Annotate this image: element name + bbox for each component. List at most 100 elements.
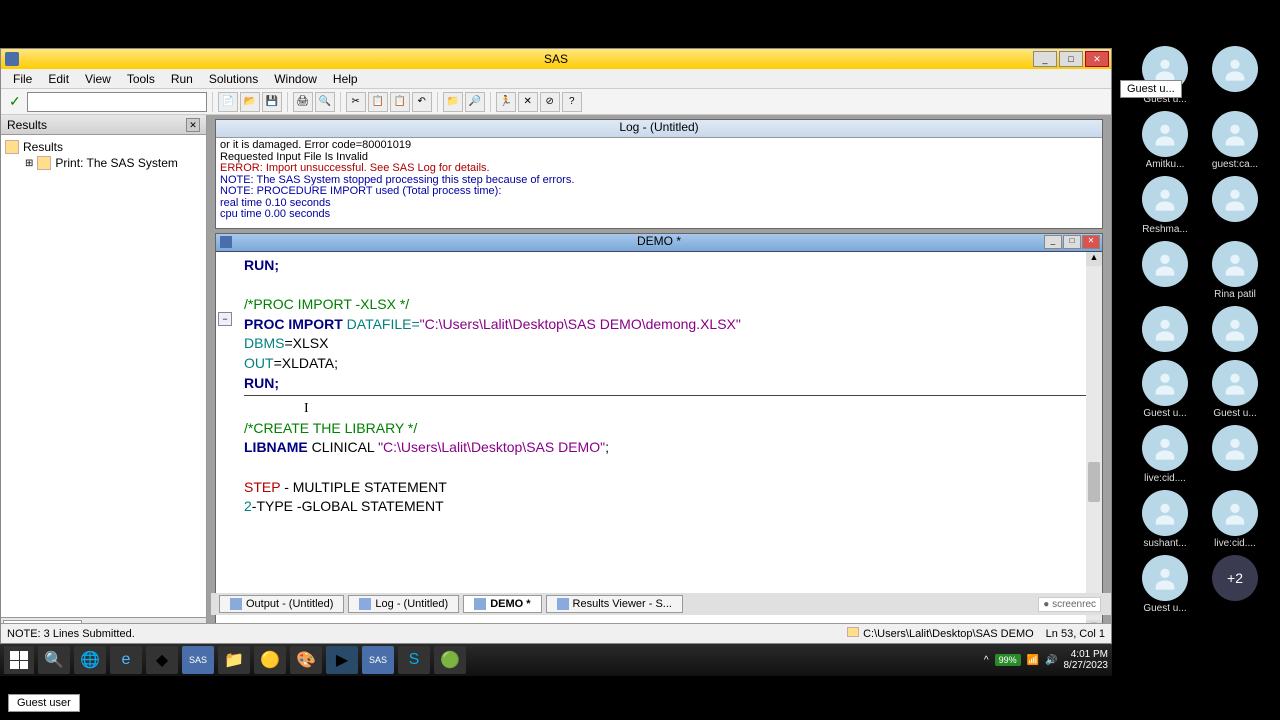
stop-icon[interactable]: ⊘ [540, 92, 560, 112]
menu-tools[interactable]: Tools [119, 70, 163, 88]
start-button[interactable] [4, 646, 34, 674]
text-cursor: I [304, 401, 309, 416]
log-icon [359, 598, 371, 610]
editor-icon [474, 598, 486, 610]
avatar[interactable] [1212, 490, 1258, 536]
menu-view[interactable]: View [77, 70, 119, 88]
menu-help[interactable]: Help [325, 70, 366, 88]
run-icon[interactable]: 🏃 [496, 92, 516, 112]
menu-run[interactable]: Run [163, 70, 201, 88]
cut-icon[interactable]: ✂ [346, 92, 366, 112]
avatar[interactable] [1212, 425, 1258, 471]
tray-up-icon[interactable]: ^ [984, 655, 989, 666]
statusbar: NOTE: 3 Lines Submitted. C:\Users\Lalit\… [1, 623, 1111, 643]
explorer-icon[interactable]: 📁 [218, 646, 250, 674]
paint-icon[interactable]: 🎨 [290, 646, 322, 674]
clear-icon[interactable]: ✕ [518, 92, 538, 112]
copy-icon[interactable]: 📋 [368, 92, 388, 112]
results-tree[interactable]: Results ⊞Print: The SAS System [1, 135, 206, 617]
edge-icon[interactable]: 🌐 [74, 646, 106, 674]
battery-icon[interactable]: 99% [995, 654, 1021, 666]
help-icon[interactable]: ? [562, 92, 582, 112]
app-titlebar: SAS _ □ ✕ [1, 49, 1111, 69]
clock[interactable]: 4:01 PM 8/27/2023 [1064, 649, 1109, 671]
volume-icon[interactable]: 🔊 [1045, 655, 1057, 666]
chrome2-icon[interactable]: 🟢 [434, 646, 466, 674]
sas-app-icon [5, 52, 19, 66]
editor-title: DEMO * [637, 234, 681, 248]
menubar: File Edit View Tools Run Solutions Windo… [1, 69, 1111, 89]
more-participants[interactable]: +2 [1212, 555, 1258, 601]
tab-output[interactable]: Output - (Untitled) [219, 595, 344, 613]
tab-results-viewer[interactable]: Results Viewer - S... [546, 595, 683, 613]
avatar[interactable] [1142, 490, 1188, 536]
results-close-icon[interactable]: ✕ [186, 118, 200, 132]
folder-icon [37, 156, 51, 170]
menu-window[interactable]: Window [266, 70, 325, 88]
log-body[interactable]: or it is damaged. Error code=80001019 Re… [216, 138, 1102, 226]
app-title: SAS [544, 52, 568, 66]
avatar[interactable] [1212, 176, 1258, 222]
avatar[interactable] [1212, 241, 1258, 287]
editor-window: DEMO * _ □ ✕ − RUN; /*PROC IMPORT -XLSX … [215, 233, 1103, 635]
results-icon [557, 598, 569, 610]
toolbar: ✓ 📄 📂 💾 🖨 🔍 ✂ 📋 📋 ↶ 📁 🔎 🏃 ✕ ⊘ ? [1, 89, 1111, 115]
scroll-up-icon[interactable]: ▲ [1086, 252, 1102, 266]
check-icon[interactable]: ✓ [5, 93, 25, 110]
avatar[interactable] [1142, 425, 1188, 471]
preview-icon[interactable]: 🔍 [315, 92, 335, 112]
folder-icon [5, 140, 19, 154]
explorer-icon[interactable]: 📁 [443, 92, 463, 112]
new-icon[interactable]: 📄 [218, 92, 238, 112]
close-button[interactable]: ✕ [1085, 51, 1109, 67]
editor-icon [220, 236, 232, 248]
editor-maximize-icon[interactable]: □ [1063, 235, 1081, 249]
tab-log[interactable]: Log - (Untitled) [348, 595, 459, 613]
avatar[interactable] [1142, 555, 1188, 601]
avatar[interactable] [1212, 306, 1258, 352]
avatar[interactable] [1142, 360, 1188, 406]
ie-icon[interactable]: e [110, 646, 142, 674]
app-icon[interactable]: ▶ [326, 646, 358, 674]
menu-solutions[interactable]: Solutions [201, 70, 266, 88]
menu-edit[interactable]: Edit [40, 70, 77, 88]
results-panel: Results ✕ Results ⊞Print: The SAS System… [1, 115, 207, 639]
search-icon[interactable]: 🔍 [38, 646, 70, 674]
maximize-button[interactable]: □ [1059, 51, 1083, 67]
chrome-icon[interactable]: 🟡 [254, 646, 286, 674]
tab-demo[interactable]: DEMO * [463, 595, 541, 613]
inkscape-icon[interactable]: ◆ [146, 646, 178, 674]
results-title: Results [7, 118, 47, 132]
code-editor[interactable]: − RUN; /*PROC IMPORT -XLSX */ PROC IMPOR… [216, 252, 1102, 634]
bottom-tabs: Output - (Untitled) Log - (Untitled) DEM… [211, 593, 1111, 615]
output-icon [230, 598, 242, 610]
skype-icon[interactable]: S [398, 646, 430, 674]
editor-minimize-icon[interactable]: _ [1044, 235, 1062, 249]
wifi-icon[interactable]: 📶 [1027, 655, 1039, 666]
sas-icon[interactable]: SAS [182, 646, 214, 674]
editor-close-icon[interactable]: ✕ [1082, 235, 1100, 249]
paste-icon[interactable]: 📋 [390, 92, 410, 112]
avatar[interactable] [1142, 241, 1188, 287]
sas2-icon[interactable]: SAS [362, 646, 394, 674]
participant-tooltip: Guest u... [1120, 80, 1182, 98]
menu-file[interactable]: File [5, 70, 40, 88]
open-icon[interactable]: 📂 [240, 92, 260, 112]
print-icon[interactable]: 🖨 [293, 92, 313, 112]
minimize-button[interactable]: _ [1033, 51, 1057, 67]
fold-icon[interactable]: − [218, 312, 232, 326]
avatar[interactable] [1142, 306, 1188, 352]
editor-scrollbar[interactable]: ▲ ▼ [1086, 252, 1102, 634]
avatar[interactable] [1212, 360, 1258, 406]
avatar[interactable] [1212, 111, 1258, 157]
avatar[interactable] [1212, 46, 1258, 92]
avatar[interactable] [1142, 111, 1188, 157]
undo-icon[interactable]: ↶ [412, 92, 432, 112]
avatar[interactable] [1142, 176, 1188, 222]
find-icon[interactable]: 🔎 [465, 92, 485, 112]
scroll-thumb[interactable] [1088, 462, 1100, 502]
save-icon[interactable]: 💾 [262, 92, 282, 112]
status-message: NOTE: 3 Lines Submitted. [7, 628, 135, 640]
taskbar: 🔍 🌐 e ◆ SAS 📁 🟡 🎨 ▶ SAS S 🟢 ^ 99% 📶 🔊 4:… [0, 644, 1112, 676]
command-combo[interactable] [27, 92, 207, 112]
